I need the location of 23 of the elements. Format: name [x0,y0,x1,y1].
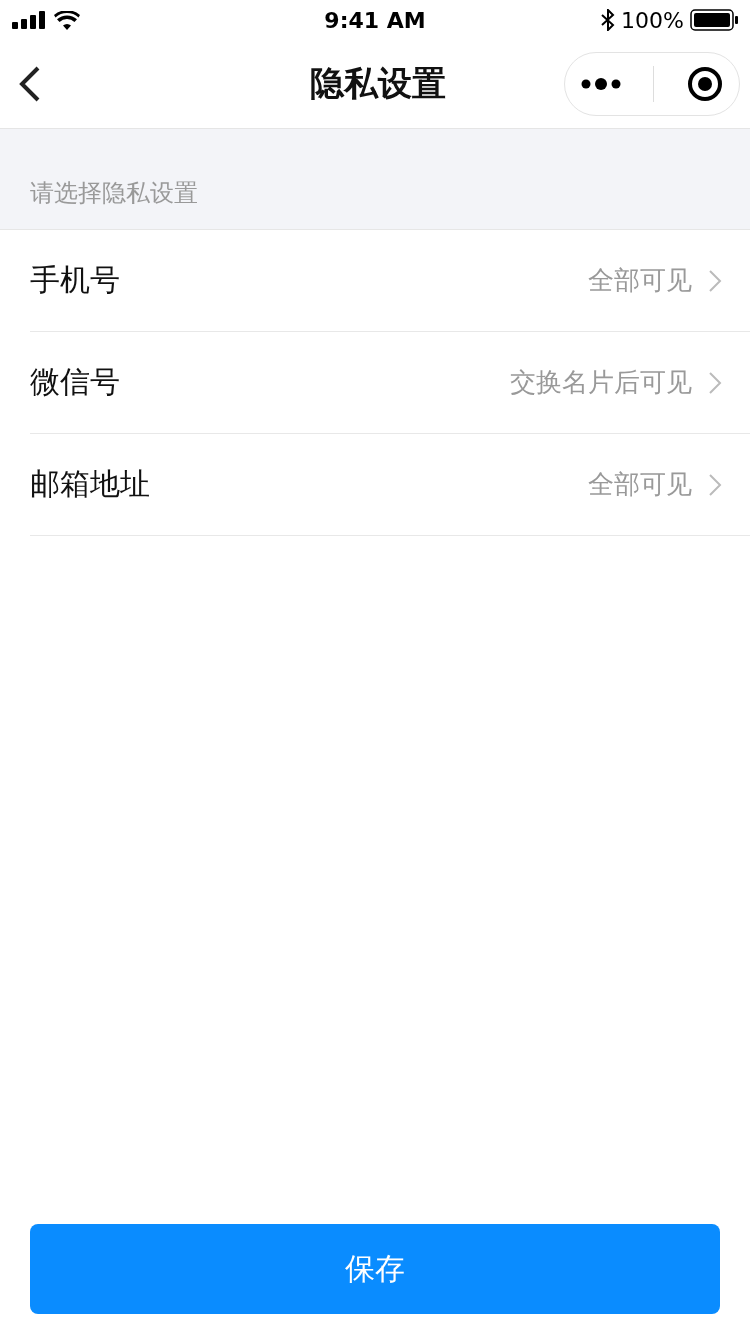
chevron-icon [708,472,722,497]
row-value: 交换名片后可见 [510,366,692,399]
settings-row[interactable]: 微信号 交换名片后可见 [30,332,750,434]
row-label: 手机号 [30,261,120,299]
chevron-icon [708,370,722,395]
row-label: 微信号 [30,363,120,401]
settings-row[interactable]: 手机号 全部可见 [30,230,750,332]
more-icon[interactable] [581,78,622,90]
row-value: 全部可见 [588,264,692,297]
page-title: 隐私设置 [310,62,446,105]
back-icon[interactable] [18,65,42,103]
battery-icon [690,9,738,31]
row-label: 邮箱地址 [30,465,150,503]
bluetooth-icon [601,9,616,31]
chevron-icon [708,268,722,293]
wifi-icon [54,10,80,30]
signal-icon [12,11,48,29]
section-label: 请选择隐私设置 [30,178,198,209]
battery-percent: 100% [621,7,684,33]
record-icon[interactable] [686,66,723,102]
settings-row[interactable]: 邮箱地址 全部可见 [30,434,750,536]
status-time: 9:41 AM [324,7,426,33]
row-value: 全部可见 [588,468,692,501]
